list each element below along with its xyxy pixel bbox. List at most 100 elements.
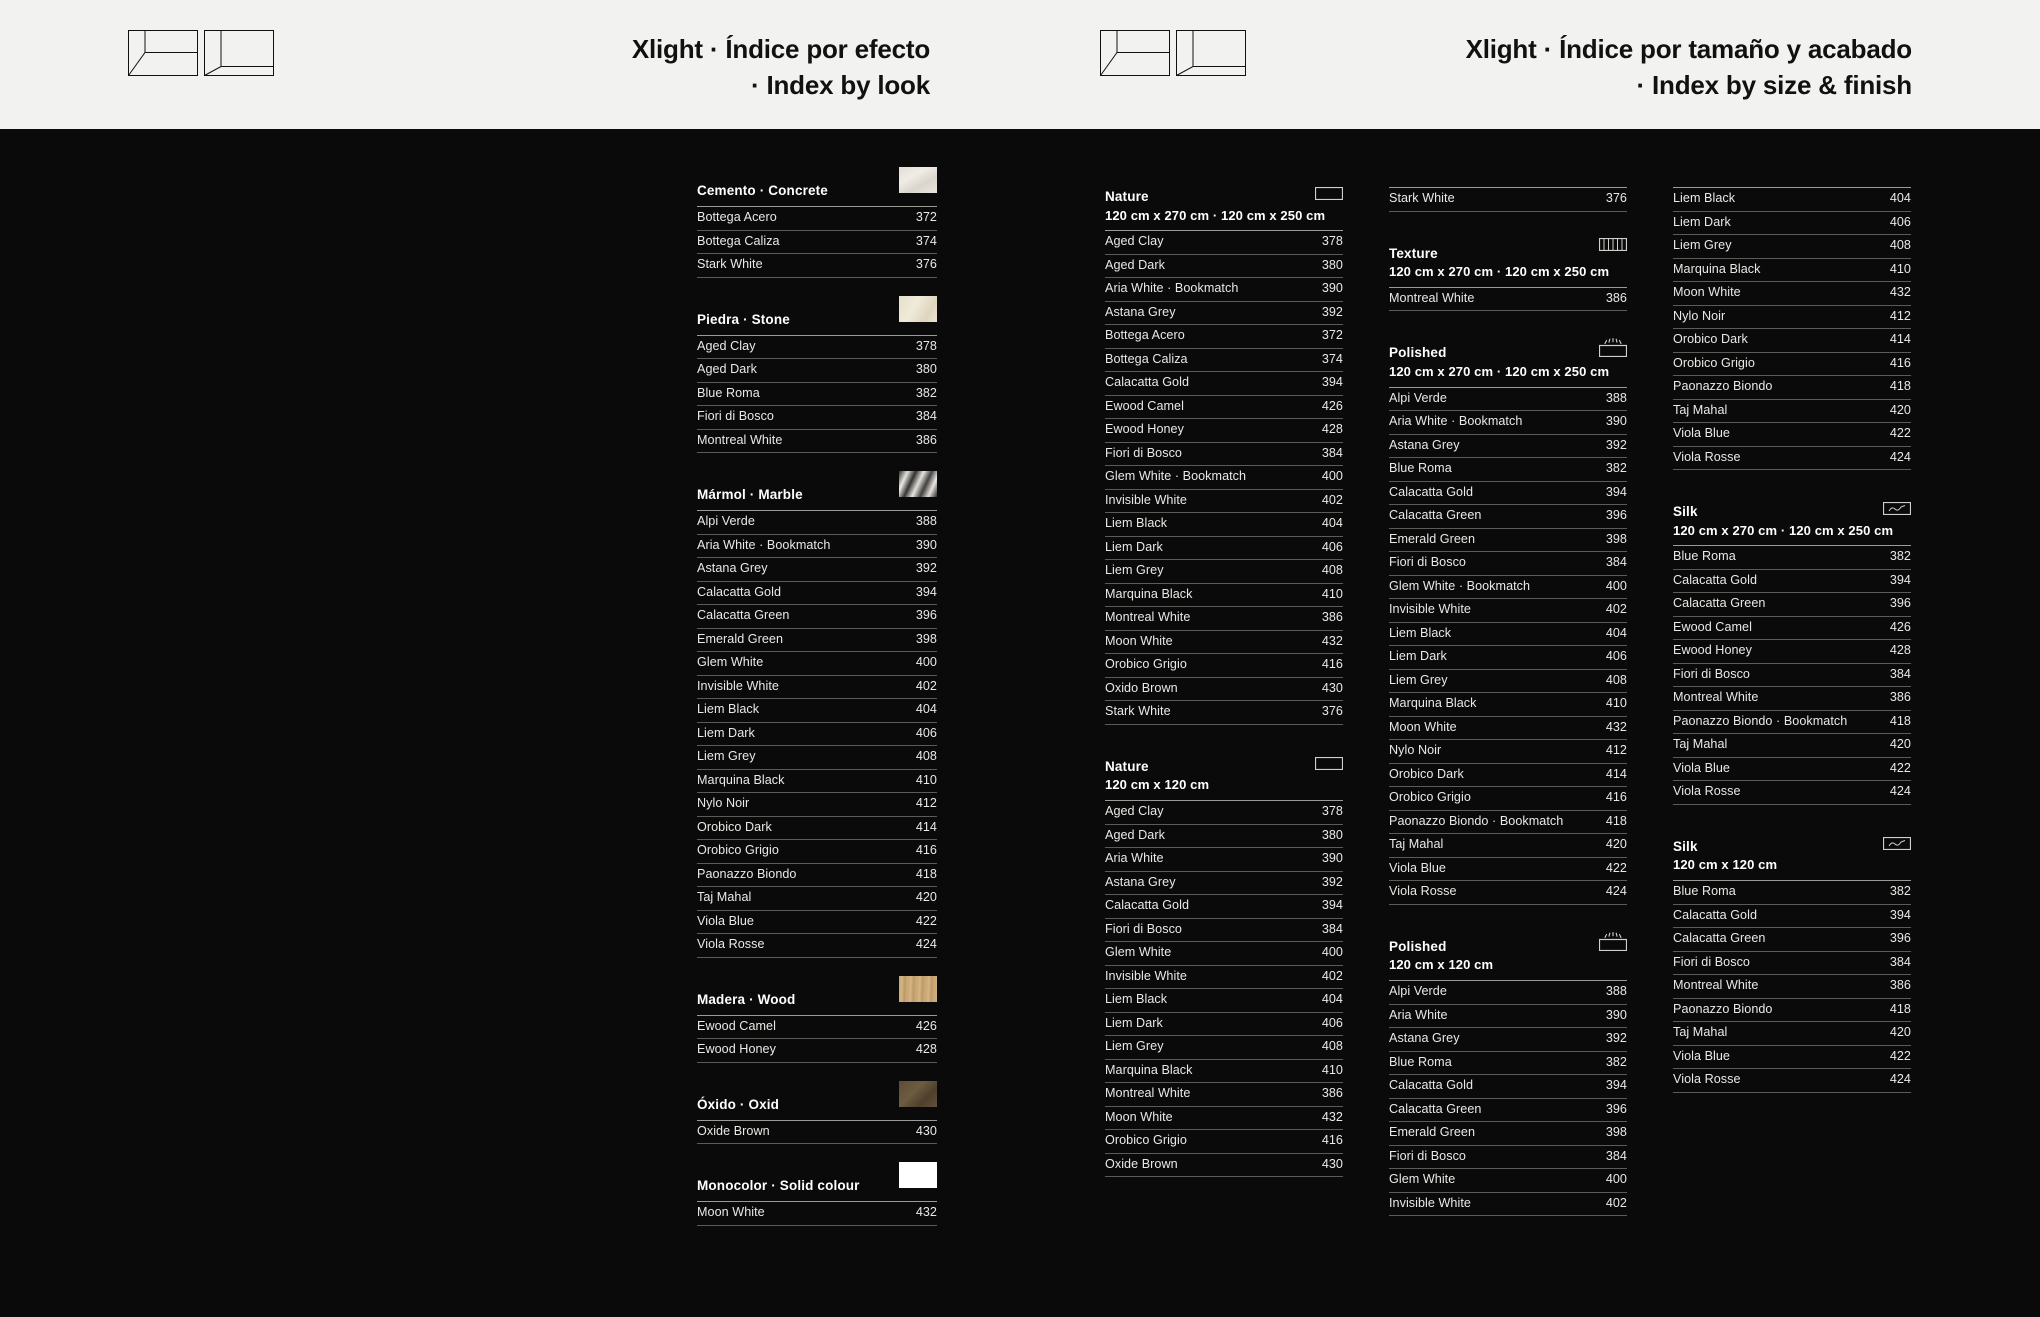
index-row[interactable]: Aria White 390 xyxy=(1389,1005,1627,1029)
index-row[interactable]: Calacatta Green 396 xyxy=(1673,928,1911,952)
index-row[interactable]: Moon White 432 xyxy=(1105,631,1343,655)
index-row[interactable]: Emerald Green 398 xyxy=(697,629,937,652)
index-row[interactable]: Oxide Brown 430 xyxy=(697,1121,937,1144)
index-row[interactable]: Blue Roma 382 xyxy=(1673,546,1911,570)
index-row[interactable]: Calacatta Green 396 xyxy=(1389,505,1627,529)
index-row[interactable]: Taj Mahal 420 xyxy=(697,887,937,911)
index-row[interactable]: Liem Black 404 xyxy=(697,699,937,723)
index-row[interactable]: Marquina Black 410 xyxy=(1105,1060,1343,1084)
index-row[interactable]: Calacatta Green 396 xyxy=(1673,593,1911,617)
index-row[interactable]: Ewood Honey 428 xyxy=(1673,640,1911,664)
index-row[interactable]: Ewood Camel 426 xyxy=(697,1016,937,1039)
index-row[interactable]: Moon White 432 xyxy=(1105,1107,1343,1131)
index-row[interactable]: Fiori di Bosco 384 xyxy=(1673,952,1911,976)
index-row[interactable]: Taj Mahal 420 xyxy=(1389,834,1627,858)
index-row[interactable]: Calacatta Gold 394 xyxy=(1389,1075,1627,1099)
index-row[interactable]: Invisible White 402 xyxy=(1389,599,1627,623)
index-row[interactable]: Fiori di Bosco 384 xyxy=(697,406,937,430)
index-row[interactable]: Astana Grey 392 xyxy=(1105,872,1343,896)
index-row[interactable]: Glem White 400 xyxy=(1389,1169,1627,1193)
index-row[interactable]: Stark White 376 xyxy=(1105,701,1343,725)
index-row[interactable]: Glem White 400 xyxy=(1105,942,1343,966)
index-row[interactable]: Glem White 400 xyxy=(697,652,937,676)
index-row[interactable]: Ewood Honey 428 xyxy=(697,1039,937,1063)
index-row[interactable]: Calacatta Green 396 xyxy=(697,605,937,629)
index-row[interactable]: Bottega Caliza 374 xyxy=(697,231,937,254)
index-row[interactable]: Fiori di Bosco 384 xyxy=(1389,552,1627,576)
index-row[interactable]: Bottega Caliza 374 xyxy=(1105,349,1343,373)
index-row[interactable]: Ewood Camel 426 xyxy=(1105,396,1343,420)
index-row[interactable]: Orobico Dark 414 xyxy=(697,817,937,840)
index-row[interactable]: Alpi Verde 388 xyxy=(1389,981,1627,1005)
index-row[interactable]: Emerald Green 398 xyxy=(1389,1122,1627,1146)
index-row[interactable]: Fiori di Bosco 384 xyxy=(1673,664,1911,688)
index-row[interactable]: Paonazzo Biondo 418 xyxy=(1673,376,1911,400)
index-row[interactable]: Liem Grey 408 xyxy=(1105,560,1343,584)
index-row[interactable]: Paonazzo Biondo · Bookmatch 418 xyxy=(1673,711,1911,735)
index-row[interactable]: Orobico Grigio 416 xyxy=(1105,1130,1343,1154)
index-row[interactable]: Aged Dark 380 xyxy=(1105,825,1343,849)
index-row[interactable]: Ewood Camel 426 xyxy=(1673,617,1911,641)
index-row[interactable]: Paonazzo Biondo · Bookmatch 418 xyxy=(1389,811,1627,835)
index-row[interactable]: Liem Grey 408 xyxy=(1673,235,1911,259)
index-row[interactable]: Viola Rosse 424 xyxy=(1673,781,1911,805)
index-row[interactable]: Calacatta Gold 394 xyxy=(1673,570,1911,594)
index-row[interactable]: Viola Rosse 424 xyxy=(1673,447,1911,470)
index-row[interactable]: Taj Mahal 420 xyxy=(1673,400,1911,423)
index-row[interactable]: Invisible White 402 xyxy=(1105,966,1343,990)
index-row[interactable]: Liem Grey 408 xyxy=(697,746,937,770)
index-row[interactable]: Nylo Noir 412 xyxy=(697,793,937,817)
index-row[interactable]: Aged Dark 380 xyxy=(1105,255,1343,279)
index-row[interactable]: Montreal White 386 xyxy=(1673,687,1911,711)
index-row[interactable]: Calacatta Green 396 xyxy=(1389,1099,1627,1123)
index-row[interactable]: Liem Dark 406 xyxy=(1389,646,1627,670)
index-row[interactable]: Stark White 376 xyxy=(697,254,937,278)
index-row[interactable]: Marquina Black 410 xyxy=(1389,693,1627,717)
index-row[interactable]: Liem Dark 406 xyxy=(1105,537,1343,561)
index-row[interactable]: Calacatta Gold 394 xyxy=(1105,895,1343,919)
index-row[interactable]: Alpi Verde 388 xyxy=(1389,388,1627,412)
index-row[interactable]: Blue Roma 382 xyxy=(1389,1052,1627,1076)
index-row[interactable]: Glem White · Bookmatch 400 xyxy=(1389,576,1627,600)
index-row[interactable]: Nylo Noir 412 xyxy=(1389,740,1627,764)
index-row[interactable]: Liem Dark 406 xyxy=(697,723,937,746)
index-row[interactable]: Paonazzo Biondo 418 xyxy=(697,864,937,887)
index-row[interactable]: Bottega Acero 372 xyxy=(697,207,937,231)
index-row[interactable]: Orobico Grigio 416 xyxy=(1105,654,1343,678)
index-row[interactable]: Fiori di Bosco 384 xyxy=(1105,443,1343,467)
index-row[interactable]: Liem Grey 408 xyxy=(1105,1036,1343,1060)
index-row[interactable]: Liem Black 404 xyxy=(1105,513,1343,537)
index-row[interactable]: Montreal White 386 xyxy=(1105,607,1343,631)
index-row[interactable]: Marquina Black 410 xyxy=(697,770,937,793)
index-row[interactable]: Taj Mahal 420 xyxy=(1673,734,1911,758)
index-row[interactable]: Liem Dark 406 xyxy=(1673,212,1911,235)
index-row[interactable]: Calacatta Gold 394 xyxy=(1105,372,1343,396)
index-row[interactable]: Emerald Green 398 xyxy=(1389,529,1627,553)
index-row[interactable]: Aria White · Bookmatch 390 xyxy=(1389,411,1627,435)
index-row[interactable]: Marquina Black 410 xyxy=(1673,259,1911,282)
index-row[interactable]: Fiori di Bosco 384 xyxy=(1105,919,1343,943)
index-row[interactable]: Oxido Brown 430 xyxy=(1105,678,1343,702)
index-row[interactable]: Invisible White 402 xyxy=(1105,490,1343,514)
index-row[interactable]: Calacatta Gold 394 xyxy=(697,582,937,605)
index-row[interactable]: Liem Black 404 xyxy=(1673,188,1911,212)
index-row[interactable]: Liem Dark 406 xyxy=(1105,1013,1343,1037)
index-row[interactable]: Stark White 376 xyxy=(1389,188,1627,212)
index-row[interactable]: Orobico Grigio 416 xyxy=(697,840,937,864)
index-row[interactable]: Nylo Noir 412 xyxy=(1673,306,1911,329)
index-row[interactable]: Orobico Dark 414 xyxy=(1389,764,1627,788)
index-row[interactable]: Calacatta Gold 394 xyxy=(1673,905,1911,929)
index-row[interactable]: Taj Mahal 420 xyxy=(1673,1022,1911,1046)
index-row[interactable]: Aria White 390 xyxy=(1105,848,1343,872)
index-row[interactable]: Astana Grey 392 xyxy=(1389,435,1627,459)
index-row[interactable]: Viola Rosse 424 xyxy=(697,934,937,958)
index-row[interactable]: Oxide Brown 430 xyxy=(1105,1154,1343,1178)
index-row[interactable]: Montreal White 386 xyxy=(1389,288,1627,312)
index-row[interactable]: Orobico Dark 414 xyxy=(1673,329,1911,353)
index-row[interactable]: Glem White · Bookmatch 400 xyxy=(1105,466,1343,490)
index-row[interactable]: Liem Grey 408 xyxy=(1389,670,1627,694)
index-row[interactable]: Viola Blue 422 xyxy=(697,911,937,934)
index-row[interactable]: Moon White 432 xyxy=(1389,717,1627,741)
index-row[interactable]: Montreal White 386 xyxy=(697,430,937,453)
index-row[interactable]: Liem Black 404 xyxy=(1105,989,1343,1013)
